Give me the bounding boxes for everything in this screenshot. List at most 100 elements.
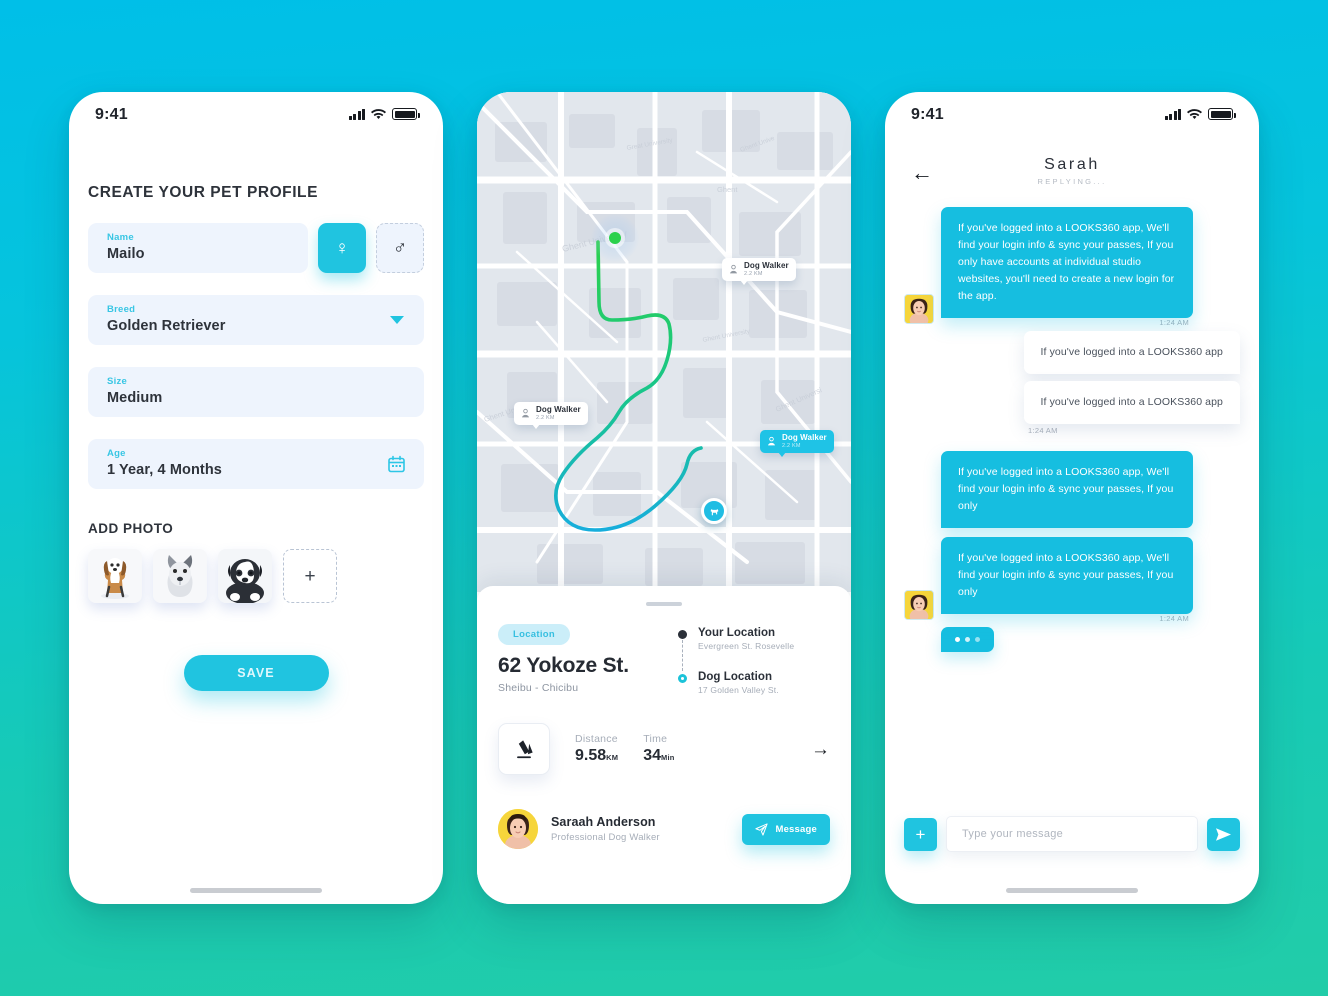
map-marker-dog-walker[interactable]: Dog Walker 2.2 KM bbox=[722, 258, 796, 286]
message-row-incoming: If you've logged into a LOOKS360 app, We… bbox=[904, 537, 1240, 623]
message-bubble[interactable]: If you've logged into a LOOKS360 app bbox=[1023, 331, 1240, 374]
breed-field[interactable]: Breed Golden Retriever bbox=[88, 295, 424, 345]
chat-header: ← Sarah REPLYING... bbox=[885, 138, 1259, 186]
wifi-icon bbox=[371, 108, 386, 120]
message-composer: + bbox=[904, 816, 1240, 852]
message-bubble[interactable]: If you've logged into a LOOKS360 app bbox=[1023, 381, 1240, 424]
size-label: Size bbox=[107, 376, 128, 387]
map-marker-text: Dog Walker 2.2 KM bbox=[536, 405, 581, 421]
plus-icon: + bbox=[304, 565, 316, 587]
dog-location-pin[interactable] bbox=[701, 498, 727, 524]
sheet-header: Location 62 Yokoze St. Sheibu - Chicibu … bbox=[498, 624, 830, 695]
terrier-dog-photo[interactable] bbox=[153, 549, 207, 603]
home-indicator bbox=[1006, 888, 1138, 893]
message-row-incoming: If you've logged into a LOOKS360 app, We… bbox=[904, 207, 1240, 327]
message-button-label: Message bbox=[775, 823, 817, 835]
stat-label: Time bbox=[643, 733, 668, 745]
add-photo-button[interactable]: + bbox=[283, 549, 337, 603]
message-bubble[interactable]: If you've logged into a LOOKS360 app, We… bbox=[941, 207, 1193, 318]
message-timestamp: 1:24 AM bbox=[1159, 318, 1189, 327]
status-icons bbox=[348, 108, 420, 120]
legend-subtitle: Evergreen St. Rosevelle bbox=[698, 641, 795, 651]
message-input[interactable] bbox=[946, 816, 1198, 852]
arrow-right-icon[interactable]: → bbox=[811, 740, 830, 759]
size-field[interactable]: Size Medium bbox=[88, 367, 424, 417]
walking-route-icon[interactable] bbox=[498, 723, 550, 775]
female-symbol-icon: ♀ bbox=[334, 237, 350, 259]
contact-name: Sarah bbox=[1044, 156, 1100, 173]
stat-value: 9.58KM bbox=[575, 747, 618, 765]
status-bar: 9:41 bbox=[885, 92, 1259, 138]
phone-mockup-stage: 9:41 CREATE YOUR PET PROFILE Name Mailo … bbox=[0, 0, 1328, 996]
breed-value: Golden Retriever bbox=[107, 318, 226, 334]
status-bar: 9:41 bbox=[69, 92, 443, 138]
message-button[interactable]: Message bbox=[742, 813, 830, 845]
age-value: 1 Year, 4 Months bbox=[107, 462, 222, 478]
save-button[interactable]: SAVE bbox=[183, 655, 329, 691]
message-timestamp: 1:24 AM bbox=[1159, 614, 1189, 623]
message-bubble[interactable]: If you've logged into a LOOKS360 app, We… bbox=[941, 537, 1193, 614]
battery-icon bbox=[392, 108, 420, 120]
legend-subtitle: 17 Golden Valley St. bbox=[698, 685, 779, 695]
walker-person-icon bbox=[767, 437, 776, 446]
address-title: 62 Yokoze St. bbox=[498, 654, 629, 677]
breed-label: Breed bbox=[107, 304, 136, 315]
message-row-typing bbox=[904, 627, 1240, 652]
dog-icon bbox=[710, 508, 718, 515]
destination-dot-icon bbox=[678, 674, 687, 683]
location-badge: Location bbox=[498, 624, 570, 645]
gender-male-button[interactable]: ♂ bbox=[376, 223, 424, 273]
message-row-outgoing: If you've logged into a LOOKS360 app bbox=[904, 331, 1240, 374]
walker-person-icon bbox=[729, 265, 738, 274]
map-marker-dog-walker-selected[interactable]: Dog Walker 2.2 KM bbox=[760, 430, 834, 458]
message-row-incoming: If you've logged into a LOOKS360 app, We… bbox=[904, 451, 1240, 528]
name-field[interactable]: Name Mailo bbox=[88, 223, 308, 273]
gender-female-button[interactable]: ♀ bbox=[318, 223, 366, 273]
signal-bars-icon bbox=[348, 108, 365, 120]
beagle-puppy-photo[interactable] bbox=[88, 549, 142, 603]
walker-person-icon bbox=[521, 409, 530, 418]
map-view[interactable]: Ghent University Ghent University Ghent … bbox=[477, 92, 851, 592]
save-button-wrap: SAVE bbox=[88, 655, 424, 691]
age-field[interactable]: Age 1 Year, 4 Months bbox=[88, 439, 424, 489]
location-detail-sheet: Location 62 Yokoze St. Sheibu - Chicibu … bbox=[477, 586, 851, 904]
map-marker-dog-walker[interactable]: Dog Walker 2.2 KM bbox=[514, 402, 588, 430]
add-attachment-button[interactable]: + bbox=[904, 817, 937, 851]
phone-chat: 9:41 ← Sarah REPLYING... If you've logge… bbox=[885, 92, 1259, 904]
chevron-down-icon[interactable] bbox=[390, 316, 404, 324]
battery-icon bbox=[1208, 108, 1236, 120]
address-subtitle: Sheibu - Chicibu bbox=[498, 682, 579, 694]
size-value: Medium bbox=[107, 390, 163, 406]
stat-unit: Min bbox=[661, 753, 675, 762]
wifi-icon bbox=[1187, 108, 1202, 120]
stat-unit: KM bbox=[606, 753, 619, 762]
marker-title: Dog Walker bbox=[782, 433, 827, 442]
page-title: CREATE YOUR PET PROFILE bbox=[88, 184, 318, 201]
phone-dog-walk-map: Ghent University Ghent University Ghent … bbox=[477, 92, 851, 904]
message-bubble[interactable]: If you've logged into a LOOKS360 app, We… bbox=[941, 451, 1193, 528]
chat-title-block: Sarah REPLYING... bbox=[911, 156, 1233, 186]
walker-info: Saraah Anderson Professional Dog Walker bbox=[551, 815, 660, 843]
message-bubble-group: If you've logged into a LOOKS360 app, We… bbox=[941, 207, 1193, 327]
sheet-drag-handle[interactable] bbox=[646, 602, 682, 606]
stat-time: Time 34Min bbox=[643, 733, 674, 765]
age-label: Age bbox=[107, 448, 126, 459]
photo-thumbnail-list: + bbox=[88, 549, 424, 603]
border-collie-puppy-photo[interactable] bbox=[218, 549, 272, 603]
map-marker-text: Dog Walker 2.2 KM bbox=[782, 433, 827, 449]
legend-row-dog-location: Dog Location 17 Golden Valley St. bbox=[678, 671, 830, 695]
marker-title: Dog Walker bbox=[536, 405, 581, 414]
send-button[interactable] bbox=[1207, 817, 1240, 851]
message-row-outgoing: If you've logged into a LOOKS360 app bbox=[904, 381, 1240, 424]
name-label: Name bbox=[107, 232, 134, 243]
marker-distance: 2.2 KM bbox=[744, 270, 763, 277]
route-stats-row: Distance 9.58KM Time 34Min → bbox=[498, 723, 830, 775]
signal-bars-icon bbox=[1164, 108, 1181, 120]
legend-dashed-line bbox=[682, 640, 683, 671]
message-timestamp: 1:24 AM bbox=[1028, 426, 1058, 435]
calendar-icon[interactable] bbox=[388, 455, 405, 473]
